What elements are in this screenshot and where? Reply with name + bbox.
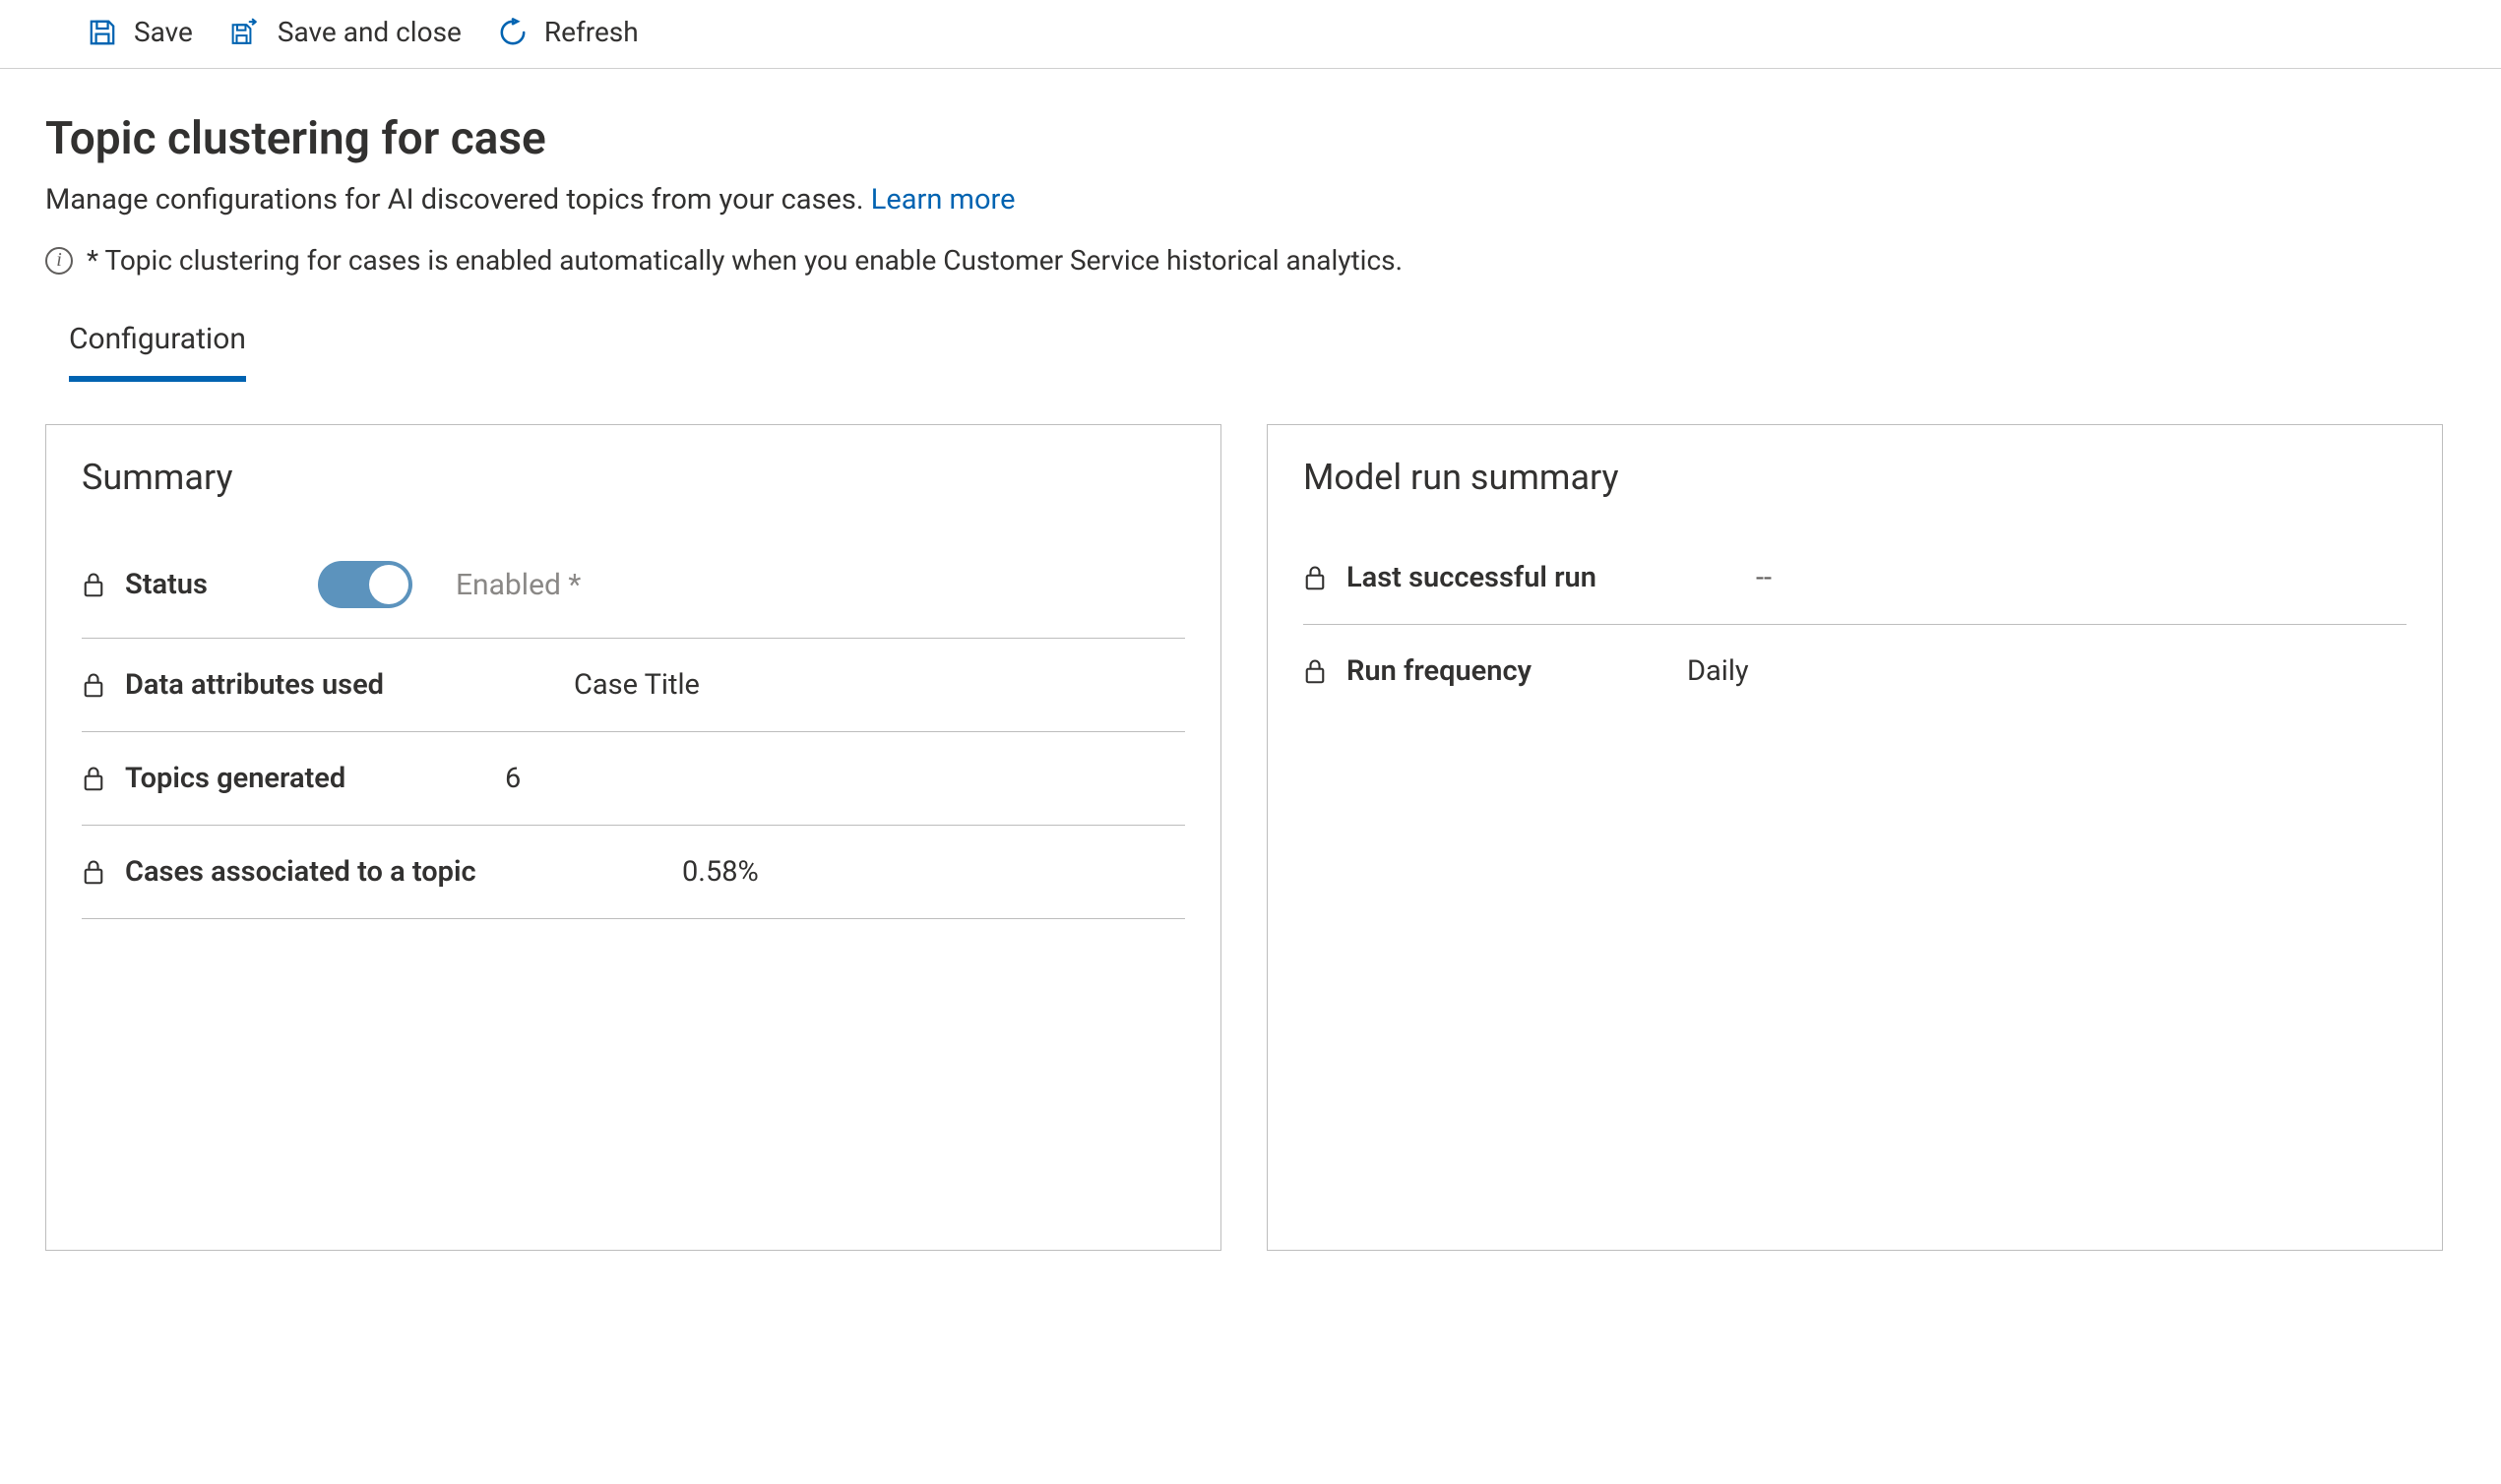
save-close-button[interactable]: Save and close <box>228 16 462 48</box>
command-bar: Save Save and close Refre <box>0 0 2501 68</box>
lock-icon <box>1303 657 1329 685</box>
cases-associated-label: Cases associated to a topic <box>125 855 476 889</box>
lock-icon <box>82 671 107 699</box>
topics-generated-label: Topics generated <box>125 762 345 795</box>
save-close-icon <box>228 17 262 48</box>
save-close-label: Save and close <box>278 16 462 48</box>
summary-card-title: Summary <box>82 457 1185 498</box>
run-frequency-row: Run frequency Daily <box>1303 625 2407 717</box>
topics-generated-value: 6 <box>505 762 521 795</box>
info-icon: i <box>45 247 73 275</box>
info-text: * Topic clustering for cases is enabled … <box>87 244 1403 277</box>
last-run-label: Last successful run <box>1346 561 1596 594</box>
status-toggle[interactable] <box>318 561 412 608</box>
data-attributes-row: Data attributes used Case Title <box>82 639 1185 732</box>
page-subtitle: Manage configurations for AI discovered … <box>45 183 2462 216</box>
toggle-knob <box>369 565 408 604</box>
status-row: Status Enabled * <box>82 531 1185 639</box>
tab-bar: Configuration <box>45 277 2462 383</box>
lock-icon <box>82 858 107 886</box>
model-run-card-title: Model run summary <box>1303 457 2407 498</box>
tab-configuration[interactable]: Configuration <box>69 316 246 382</box>
subtitle-text: Manage configurations for AI discovered … <box>45 183 871 216</box>
topics-generated-row: Topics generated 6 <box>82 732 1185 826</box>
run-frequency-value: Daily <box>1687 654 1749 688</box>
save-label: Save <box>134 16 193 48</box>
info-row: i * Topic clustering for cases is enable… <box>45 244 2462 277</box>
refresh-icon <box>497 17 529 48</box>
last-run-row: Last successful run -- <box>1303 531 2407 625</box>
summary-card: Summary Status <box>45 424 1221 1251</box>
last-run-value: -- <box>1756 561 1772 594</box>
status-value: Enabled * <box>456 568 581 602</box>
run-frequency-label: Run frequency <box>1346 654 1532 688</box>
save-icon <box>87 17 118 48</box>
status-label: Status <box>125 568 263 601</box>
lock-icon <box>1303 564 1329 591</box>
save-button[interactable]: Save <box>87 16 193 48</box>
data-attributes-label: Data attributes used <box>125 668 384 702</box>
learn-more-link[interactable]: Learn more <box>871 183 1016 216</box>
data-attributes-value: Case Title <box>574 668 700 702</box>
lock-icon <box>82 571 107 598</box>
refresh-button[interactable]: Refresh <box>497 16 639 48</box>
model-run-card: Model run summary Last successful run -- <box>1267 424 2443 1251</box>
cases-associated-value: 0.58% <box>682 855 759 889</box>
cases-associated-row: Cases associated to a topic 0.58% <box>82 826 1185 919</box>
lock-icon <box>82 765 107 792</box>
refresh-label: Refresh <box>544 16 639 48</box>
page-title: Topic clustering for case <box>45 112 2462 165</box>
